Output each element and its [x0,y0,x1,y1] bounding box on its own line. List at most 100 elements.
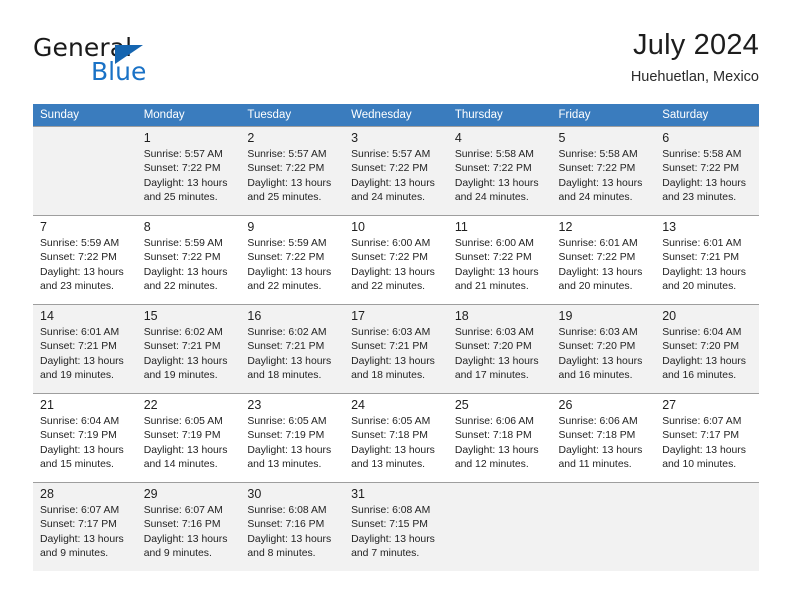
calendar-body: 1 Sunrise: 5:57 AM Sunset: 7:22 PM Daylig… [33,126,759,571]
general-blue-logo[interactable]: General Blue [33,34,263,90]
day-number: 15 [143,309,158,323]
day-sun-info: Sunrise: 6:00 AM Sunset: 7:22 PM Dayligh… [454,238,539,293]
day-number: 14 [40,309,54,323]
day-cell[interactable] [33,126,137,215]
day-cell[interactable]: 9 Sunrise: 5:59 AM Sunset: 7:22 PM Daylig… [240,215,345,304]
day-cell[interactable]: 10 Sunrise: 6:00 AM Sunset: 7:22 PM Dayli… [344,215,448,304]
day-number: 20 [662,309,677,323]
day-number: 1 [143,131,151,145]
day-cell[interactable]: 14 Sunrise: 6:01 AM Sunset: 7:21 PM Dayli… [33,304,137,393]
day-cell[interactable] [655,482,759,571]
day-cell[interactable]: 5 Sunrise: 5:58 AM Sunset: 7:22 PM Daylig… [551,126,656,215]
day-cell[interactable]: 8 Sunrise: 5:59 AM Sunset: 7:22 PM Daylig… [136,215,241,304]
calendar-week-row: 1 Sunrise: 5:57 AM Sunset: 7:22 PM Daylig… [33,126,759,215]
day-number: 29 [143,487,158,501]
day-cell[interactable]: 15 Sunrise: 6:02 AM Sunset: 7:21 PM Dayli… [136,304,241,393]
day-cell[interactable]: 6 Sunrise: 5:58 AM Sunset: 7:22 PM Daylig… [655,126,759,215]
day-cell[interactable]: 21 Sunrise: 6:04 AM Sunset: 7:19 PM Dayli… [33,393,137,482]
calendar-week-row: 7 Sunrise: 5:59 AM Sunset: 7:22 PM Daylig… [33,215,759,304]
weekday-header-saturday: Saturday [655,104,759,126]
page-header: General Blue July 2024 Huehuetlan, Mexic… [33,28,759,94]
day-sun-info: Sunrise: 5:57 AM Sunset: 7:22 PM Dayligh… [247,149,332,204]
day-cell[interactable]: 28 Sunrise: 6:07 AM Sunset: 7:17 PM Dayli… [33,482,137,571]
day-number: 28 [40,487,54,501]
day-number: 8 [143,220,151,234]
day-number: 11 [454,220,468,234]
weekday-header-friday: Friday [551,104,656,126]
calendar-table: Sunday Monday Tuesday Wednesday Thursday… [33,104,759,571]
day-cell[interactable]: 1 Sunrise: 5:57 AM Sunset: 7:22 PM Daylig… [136,126,241,215]
day-sun-info: Sunrise: 5:59 AM Sunset: 7:22 PM Dayligh… [143,238,228,293]
day-number: 2 [247,131,255,145]
day-cell[interactable]: 30 Sunrise: 6:08 AM Sunset: 7:16 PM Dayli… [240,482,345,571]
day-sun-info: Sunrise: 6:04 AM Sunset: 7:20 PM Dayligh… [662,327,746,382]
day-sun-info: Sunrise: 5:58 AM Sunset: 7:22 PM Dayligh… [454,149,539,204]
day-cell[interactable]: 13 Sunrise: 6:01 AM Sunset: 7:21 PM Dayli… [655,215,759,304]
day-sun-info: Sunrise: 6:06 AM Sunset: 7:18 PM Dayligh… [454,416,539,471]
day-cell[interactable]: 7 Sunrise: 5:59 AM Sunset: 7:22 PM Daylig… [33,215,137,304]
day-cell[interactable]: 31 Sunrise: 6:08 AM Sunset: 7:15 PM Dayli… [344,482,448,571]
day-sun-info: Sunrise: 6:01 AM Sunset: 7:21 PM Dayligh… [40,327,124,382]
day-cell[interactable]: 3 Sunrise: 5:57 AM Sunset: 7:22 PM Daylig… [344,126,448,215]
day-cell[interactable]: 27 Sunrise: 6:07 AM Sunset: 7:17 PM Dayli… [655,393,759,482]
calendar-page: General Blue July 2024 Huehuetlan, Mexic… [0,0,792,612]
day-sun-info: Sunrise: 6:02 AM Sunset: 7:21 PM Dayligh… [143,327,228,382]
day-cell[interactable]: 19 Sunrise: 6:03 AM Sunset: 7:20 PM Dayli… [551,304,656,393]
day-cell[interactable]: 12 Sunrise: 6:01 AM Sunset: 7:22 PM Dayli… [551,215,656,304]
day-sun-info: Sunrise: 6:08 AM Sunset: 7:16 PM Dayligh… [247,505,332,560]
day-number: 3 [351,131,359,145]
day-sun-info: Sunrise: 5:57 AM Sunset: 7:22 PM Dayligh… [351,149,435,204]
day-sun-info: Sunrise: 6:03 AM Sunset: 7:20 PM Dayligh… [454,327,539,382]
day-sun-info: Sunrise: 5:58 AM Sunset: 7:22 PM Dayligh… [662,149,746,204]
day-cell[interactable]: 22 Sunrise: 6:05 AM Sunset: 7:19 PM Dayli… [136,393,241,482]
day-sun-info: Sunrise: 6:05 AM Sunset: 7:19 PM Dayligh… [143,416,228,471]
page-subtitle: Huehuetlan, Mexico [630,69,759,85]
day-sun-info: Sunrise: 5:57 AM Sunset: 7:22 PM Dayligh… [143,149,228,204]
day-sun-info: Sunrise: 6:01 AM Sunset: 7:21 PM Dayligh… [662,238,746,293]
day-cell[interactable]: 4 Sunrise: 5:58 AM Sunset: 7:22 PM Daylig… [447,126,552,215]
day-cell[interactable]: 24 Sunrise: 6:05 AM Sunset: 7:18 PM Dayli… [344,393,448,482]
day-sun-info: Sunrise: 6:05 AM Sunset: 7:19 PM Dayligh… [247,416,332,471]
day-number: 25 [454,398,469,412]
day-number: 9 [247,220,255,234]
day-number: 16 [247,309,262,323]
day-number: 31 [351,487,366,501]
day-cell[interactable]: 18 Sunrise: 6:03 AM Sunset: 7:20 PM Dayli… [447,304,552,393]
day-cell[interactable]: 2 Sunrise: 5:57 AM Sunset: 7:22 PM Daylig… [240,126,345,215]
day-sun-info: Sunrise: 6:08 AM Sunset: 7:15 PM Dayligh… [351,505,435,560]
day-number: 7 [40,220,47,234]
day-number: 12 [558,220,573,234]
day-number: 17 [351,309,366,323]
day-cell[interactable] [447,482,552,571]
day-number: 21 [40,398,54,412]
day-sun-info: Sunrise: 5:58 AM Sunset: 7:22 PM Dayligh… [558,149,643,204]
day-number: 13 [662,220,677,234]
day-cell[interactable]: 25 Sunrise: 6:06 AM Sunset: 7:18 PM Dayli… [447,393,552,482]
day-cell[interactable]: 29 Sunrise: 6:07 AM Sunset: 7:16 PM Dayli… [136,482,241,571]
day-cell[interactable]: 16 Sunrise: 6:02 AM Sunset: 7:21 PM Dayli… [240,304,345,393]
calendar-header-row: Sunday Monday Tuesday Wednesday Thursday… [33,104,759,126]
page-title: July 2024 [633,29,759,61]
day-sun-info: Sunrise: 5:59 AM Sunset: 7:22 PM Dayligh… [247,238,332,293]
day-sun-info: Sunrise: 6:07 AM Sunset: 7:17 PM Dayligh… [662,416,746,471]
weekday-header-monday: Monday [136,104,241,126]
day-number: 23 [247,398,262,412]
day-cell[interactable]: 23 Sunrise: 6:05 AM Sunset: 7:19 PM Dayli… [240,393,345,482]
day-cell[interactable] [551,482,656,571]
day-number: 30 [247,487,262,501]
day-cell[interactable]: 26 Sunrise: 6:06 AM Sunset: 7:18 PM Dayli… [551,393,656,482]
day-cell[interactable]: 20 Sunrise: 6:04 AM Sunset: 7:20 PM Dayli… [655,304,759,393]
day-number: 5 [558,131,566,145]
calendar-week-row: 21 Sunrise: 6:04 AM Sunset: 7:19 PM Dayli… [33,393,759,482]
day-number: 22 [143,398,158,412]
day-number: 24 [351,398,366,412]
weekday-header-thursday: Thursday [447,104,552,126]
day-sun-info: Sunrise: 6:02 AM Sunset: 7:21 PM Dayligh… [247,327,332,382]
day-sun-info: Sunrise: 6:05 AM Sunset: 7:18 PM Dayligh… [351,416,435,471]
day-cell[interactable]: 17 Sunrise: 6:03 AM Sunset: 7:21 PM Dayli… [344,304,448,393]
weekday-header-tuesday: Tuesday [240,104,345,126]
weekday-header-wednesday: Wednesday [344,104,448,126]
logo-text-blue: Blue [91,57,147,86]
day-cell[interactable]: 11 Sunrise: 6:00 AM Sunset: 7:22 PM Dayli… [447,215,552,304]
day-sun-info: Sunrise: 6:00 AM Sunset: 7:22 PM Dayligh… [351,238,435,293]
